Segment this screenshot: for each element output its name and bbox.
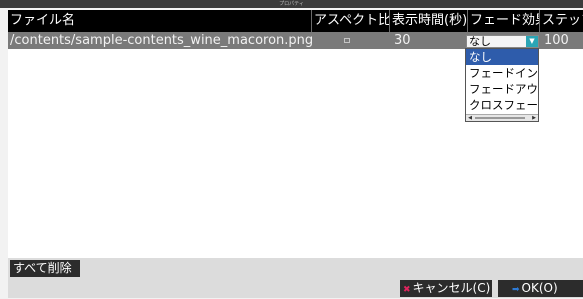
fade-effect-dropdown[interactable]: なし フェードイン フェードアウト クロスフェード ◀ ▶: [465, 48, 539, 122]
ok-button[interactable]: ➡ OK(O): [498, 280, 583, 297]
cancel-button[interactable]: ✖ キャンセル(C): [400, 280, 492, 297]
chevron-down-icon[interactable]: ▼: [526, 36, 538, 47]
column-header-aspect[interactable]: アスペクト比: [312, 10, 390, 32]
dialog-footer: すべて削除 ✖ キャンセル(C) ➡ OK(O): [8, 258, 583, 298]
aspect-checkbox[interactable]: [344, 38, 350, 43]
cancel-label: キャンセル(C): [412, 281, 491, 295]
cell-duration[interactable]: 30: [392, 32, 466, 49]
dropdown-option-cross-fade[interactable]: クロスフェード: [466, 97, 538, 113]
column-header-step[interactable]: ステップ: [540, 10, 583, 32]
scroll-right-icon[interactable]: ▶: [530, 115, 538, 121]
fade-effect-value: なし: [469, 35, 491, 48]
dropdown-horizontal-scrollbar[interactable]: ◀ ▶: [466, 114, 538, 121]
cancel-x-icon: ✖: [403, 285, 411, 295]
cell-step[interactable]: 100: [542, 32, 583, 49]
delete-all-button[interactable]: すべて削除: [10, 260, 80, 277]
delete-all-label: すべて削除: [13, 261, 72, 275]
dropdown-option-fade-out[interactable]: フェードアウト: [466, 81, 538, 97]
window-titlebar: プロパティ: [0, 0, 583, 8]
dropdown-option-none[interactable]: なし: [466, 49, 538, 65]
column-header-fade[interactable]: フェード効果: [468, 10, 540, 32]
scrollbar-thumb[interactable]: [475, 117, 525, 119]
column-header-duration[interactable]: 表示時間(秒): [390, 10, 468, 32]
ok-check-icon: ➡: [512, 285, 520, 295]
table-header: ファイル名 アスペクト比 表示時間(秒) フェード効果 ステップ: [8, 10, 583, 32]
scroll-left-icon[interactable]: ◀: [466, 115, 474, 121]
fade-effect-select[interactable]: なし ▼: [466, 35, 539, 48]
column-header-filename[interactable]: ファイル名: [8, 10, 312, 32]
ok-label: OK(O): [521, 281, 558, 295]
cell-filename: /contents/sample-contents_wine_macoron.p…: [10, 33, 312, 48]
dropdown-option-fade-in[interactable]: フェードイン: [466, 65, 538, 81]
window-title: プロパティ: [279, 1, 304, 7]
